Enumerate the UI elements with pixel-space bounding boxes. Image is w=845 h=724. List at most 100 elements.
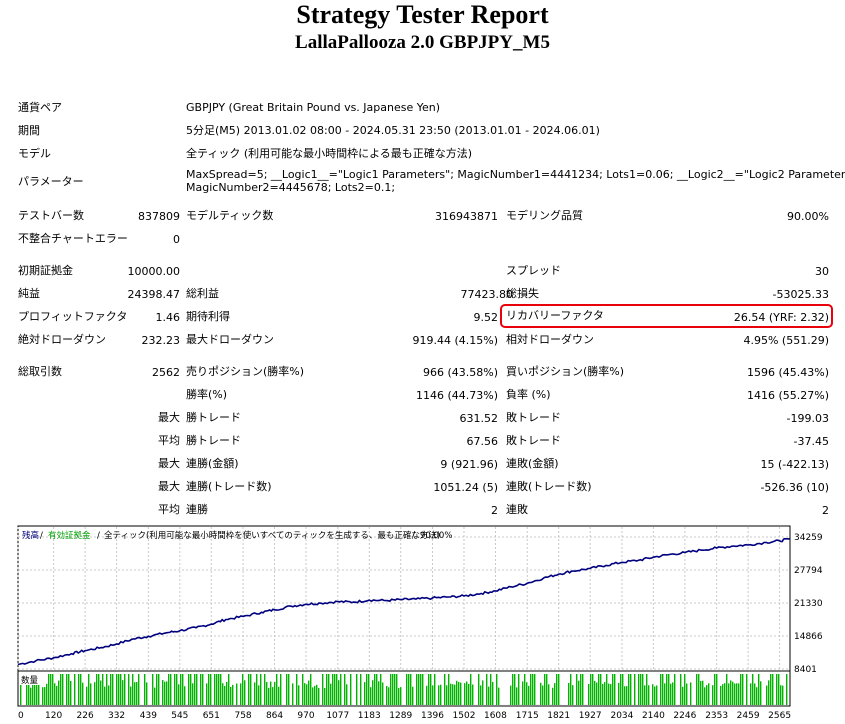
- volume-bar: [656, 685, 658, 705]
- volume-bar: [556, 674, 558, 705]
- volume-bar: [674, 674, 676, 705]
- volume-bar: [408, 674, 410, 705]
- x-tick-label: 1927: [579, 711, 602, 721]
- volume-bar: [516, 687, 518, 705]
- volume-bar: [162, 680, 164, 705]
- volume-bar: [306, 684, 308, 705]
- x-tick-label: 226: [77, 711, 94, 721]
- x-tick-label: 2246: [673, 711, 696, 721]
- legend-sep-1: /: [40, 531, 43, 541]
- volume-bar: [78, 674, 80, 705]
- volume-bar: [360, 674, 362, 705]
- volume-bar: [728, 683, 730, 705]
- volume-bar: [626, 686, 628, 705]
- volume-bar: [682, 686, 684, 705]
- volume-bar: [46, 683, 48, 705]
- volume-bar: [334, 674, 336, 705]
- x-tick-label: 970: [297, 711, 314, 721]
- volume-bar: [338, 680, 340, 705]
- volume-bar: [534, 674, 536, 705]
- volume-bar: [628, 674, 630, 705]
- volume-bar: [276, 674, 278, 705]
- volume-bar: [96, 674, 98, 705]
- volume-bar: [332, 674, 334, 705]
- volume-bar: [452, 684, 454, 705]
- volume-bar: [372, 680, 374, 705]
- volume-bar: [664, 683, 666, 705]
- volume-bar: [416, 674, 418, 705]
- volume-bar: [606, 674, 608, 705]
- volume-bar: [166, 681, 168, 705]
- volume-bar: [308, 680, 310, 705]
- volume-bar: [146, 682, 148, 705]
- volume-bar: [426, 685, 428, 705]
- volume-bar: [216, 674, 218, 705]
- volume-bar: [686, 683, 688, 705]
- volume-bar: [260, 674, 262, 705]
- volume-bar: [240, 683, 242, 705]
- x-tick-label: 2034: [610, 711, 633, 721]
- volume-bar: [258, 685, 260, 705]
- legend-quality: 90.00%: [420, 531, 452, 541]
- volume-bar: [230, 687, 232, 705]
- volume-bar: [220, 674, 222, 705]
- volume-bar: [620, 674, 622, 705]
- volume-bar: [224, 685, 226, 705]
- volume-bar: [742, 674, 744, 705]
- legend-balance: 残高: [22, 530, 39, 541]
- x-tick-label: 1502: [453, 711, 476, 721]
- volume-bar: [466, 681, 468, 705]
- volume-bar: [88, 674, 90, 705]
- volume-bar: [552, 687, 554, 705]
- volume-bar: [120, 674, 122, 705]
- volume-bar: [542, 685, 544, 705]
- x-tick-label: 1821: [547, 711, 570, 721]
- volume-bar: [44, 687, 46, 705]
- volume-bar: [272, 687, 274, 705]
- volume-bar: [248, 674, 250, 705]
- volume-bar: [118, 674, 120, 705]
- x-tick-label: 651: [203, 711, 220, 721]
- volume-bar: [406, 674, 408, 705]
- volume-bar: [640, 674, 642, 705]
- volume-bar: [780, 685, 782, 705]
- volume-bar: [598, 674, 600, 705]
- volume-bar: [298, 685, 300, 705]
- volume-bar: [82, 682, 84, 705]
- volume-bar: [192, 683, 194, 705]
- volume-bar: [522, 681, 524, 705]
- volume-bar: [592, 674, 594, 705]
- volume-bar: [200, 674, 202, 705]
- volume-bar: [52, 674, 54, 705]
- volume-bar: [768, 680, 770, 705]
- volume-bar: [378, 681, 380, 705]
- y-tick-label: 14866: [794, 632, 823, 642]
- volume-bar: [532, 674, 534, 705]
- volume-bar: [454, 684, 456, 705]
- volume-bar: [758, 674, 760, 705]
- volume-bar: [680, 674, 682, 705]
- volume-bar: [576, 674, 578, 705]
- volume-bar: [602, 684, 604, 705]
- volume-bar: [152, 674, 154, 705]
- volume-bar: [202, 674, 204, 705]
- volume-bar: [662, 674, 664, 705]
- volume-bar: [698, 674, 700, 705]
- volume-bar: [98, 674, 100, 705]
- volume-bar: [572, 685, 574, 705]
- volume-bar: [458, 682, 460, 705]
- x-tick-label: 1077: [326, 711, 349, 721]
- volume-bar: [750, 683, 752, 705]
- legend-equity: 有効証拠金: [48, 530, 91, 541]
- volume-bar: [480, 685, 482, 705]
- volume-bar: [190, 674, 192, 705]
- x-tick-label: 1289: [389, 711, 412, 721]
- volume-bar: [254, 682, 256, 705]
- chart-y-axis: 34259 27794 21330 14866 8401: [794, 533, 823, 675]
- volume-bar: [112, 674, 114, 705]
- volume-bar: [730, 680, 732, 705]
- volume-bar: [646, 674, 648, 705]
- y-tick-label: 8401: [794, 665, 817, 675]
- x-tick-label: 2140: [642, 711, 665, 721]
- volume-bar: [398, 687, 400, 705]
